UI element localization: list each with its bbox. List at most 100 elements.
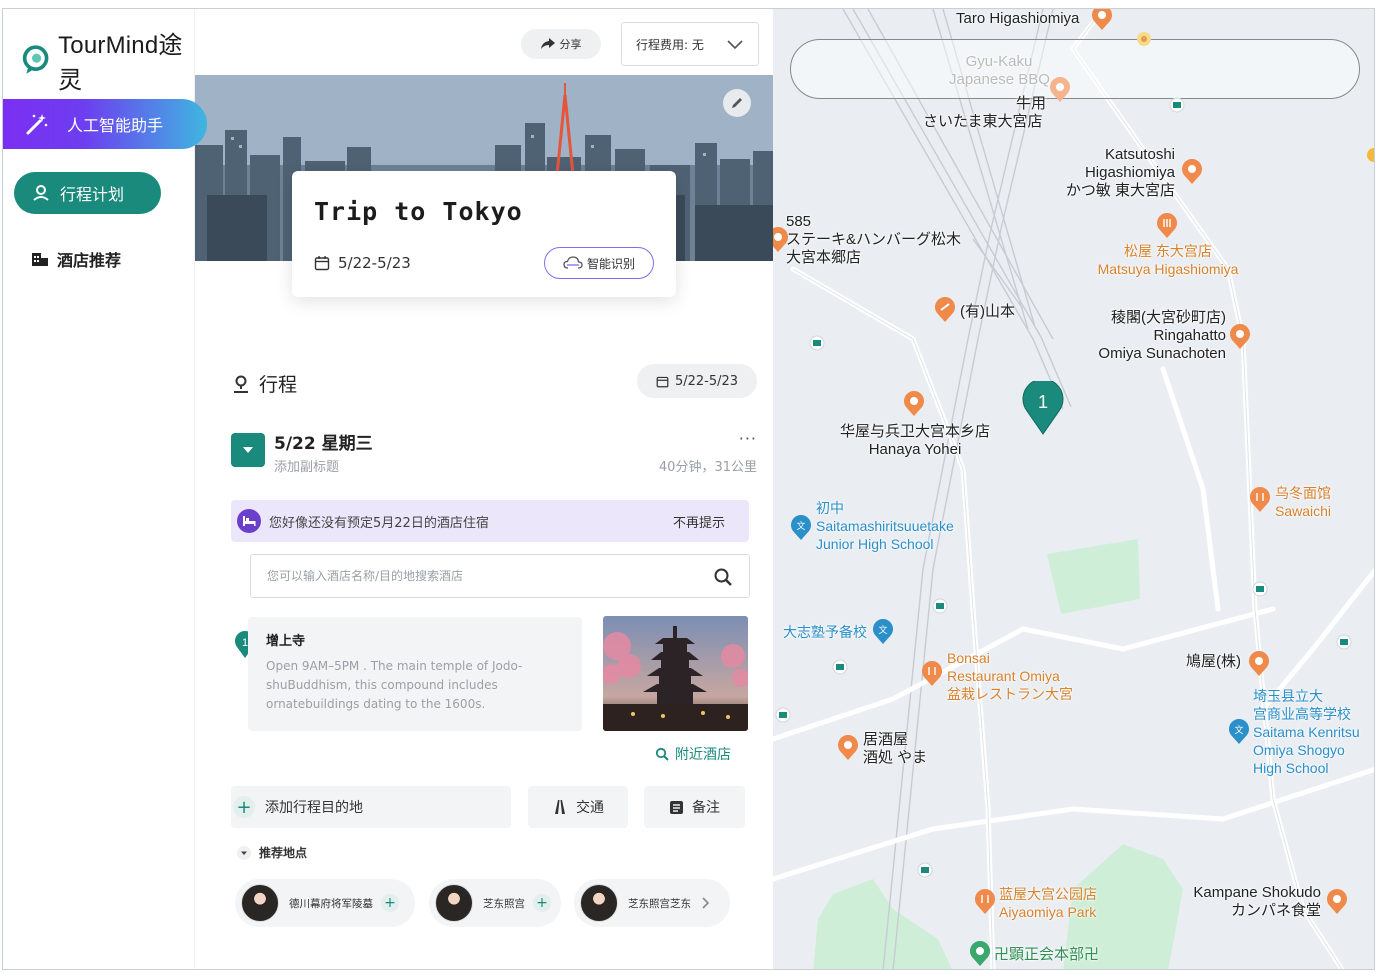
restaurant-pin-icon[interactable] [1248,651,1270,677]
trip-dates[interactable]: 5/22-5/23 [314,254,411,272]
share-label: 分享 [559,38,582,51]
poi-photo[interactable] [603,616,748,731]
map-label: 卍顕正会本部卍 [994,946,1100,963]
pencil-icon [732,98,742,108]
trip-plan-button[interactable]: 行程计划 [14,172,161,214]
note-icon [670,800,683,814]
restaurant-pin-icon[interactable] [1156,213,1178,239]
bed-icon [237,509,261,533]
map-label: Katsutoshi Higashiomiya かつ敏 東大宮店 [1065,146,1175,199]
logo[interactable]: TourMind途灵 [21,25,194,95]
itinerary-panel: Trip to Tokyo 5/22-5/23 智能识别 行程 5/22-5/2… [195,75,773,969]
svg-text:文: 文 [1234,724,1243,736]
restaurant-pin-icon[interactable] [1181,159,1203,185]
add-place-plus-icon[interactable]: + [381,894,399,912]
trip-info-card: Trip to Tokyo 5/22-5/23 智能识别 [292,171,676,297]
ai-assistant-button[interactable]: 人工智能助手 [3,99,207,149]
app-window: TourMind途灵 人工智能助手 行程计划 酒店推荐 分享 行程费用: 无 T… [2,8,1375,970]
day-duration-distance: 40分钟，31公里 [658,460,757,475]
chevron-down-icon [727,40,743,50]
notes-button[interactable]: 备注 [644,786,745,828]
school-pin-icon[interactable]: 文 [790,515,812,541]
restaurant-pin-icon[interactable] [1091,9,1113,31]
map-label: Taro Higashiomiya [956,10,1080,27]
restaurant-pin-icon[interactable] [1326,889,1348,915]
add-destination-button[interactable]: + 添加行程目的地 [231,786,511,828]
map-marker-1[interactable]: 1 [1022,381,1064,435]
restaurant-pin-icon[interactable] [934,297,956,323]
itinerary-heading: 行程 [231,370,297,397]
hotel-recommend-nav[interactable]: 酒店推荐 [31,247,121,271]
bus-stop-icon[interactable] [1169,97,1185,115]
svg-text:文: 文 [878,624,887,636]
school-pin-icon[interactable]: 文 [1228,719,1250,745]
day-subtitle-input[interactable]: 添加副标题 [274,456,339,475]
day-more-menu-button[interactable]: ··· [739,429,757,448]
map-label: 初中 Saitamashiritsuuetake Junior High Schoo… [816,500,954,552]
bus-stop-icon[interactable] [809,335,825,353]
dismiss-alert-button[interactable]: 不再提示 [673,512,725,531]
restaurant-pin-icon[interactable] [1049,77,1071,103]
recommended-place-chip[interactable]: 芝东照宫芝东 [574,879,730,927]
restaurant-pin-icon[interactable] [1229,324,1251,350]
caret-down-icon [237,845,251,860]
trip-cost-select[interactable]: 行程费用: 无 [621,22,759,66]
nearby-hotels-link[interactable]: 附近酒店 [655,744,731,764]
day-title: 5/22 星期三 [274,434,373,454]
day-collapse-toggle[interactable] [231,433,265,467]
magic-wand-icon [26,114,48,135]
search-icon[interactable] [713,567,733,587]
poi-description: Open 9AM–5PM . The main temple of Jodo-s… [266,659,523,711]
share-button[interactable]: 分享 [521,29,601,59]
bus-stop-icon[interactable] [1252,581,1268,599]
place-avatar [435,884,473,922]
map-label: 鳩屋(株) [1186,653,1241,670]
restaurant-pin-icon[interactable] [974,889,996,915]
bus-stop-icon[interactable] [832,659,848,677]
restaurant-pin-icon[interactable] [837,735,859,761]
svg-text:文: 文 [796,520,805,532]
poi-card[interactable]: 增上寺 Open 9AM–5PM . The main temple of Jo… [248,617,582,731]
restaurant-pin-icon[interactable] [903,391,925,417]
restaurant-pin-icon[interactable] [921,661,943,687]
itinerary-date-text: 5/22-5/23 [674,373,739,389]
chevron-right-icon[interactable] [697,895,713,911]
hotel-search-input[interactable] [267,569,687,583]
school-pin-icon[interactable]: 文 [872,619,894,645]
poi-pin-icon[interactable] [1136,31,1152,47]
itinerary-heading-text: 行程 [259,374,298,396]
cloud-scan-icon [563,256,583,269]
calendar-icon [656,376,669,387]
add-place-plus-icon[interactable]: + [533,894,551,912]
recommended-place-chip[interactable]: 德川幕府将军陵墓 + [235,879,415,927]
poi-pin-icon[interactable] [1366,147,1375,163]
trip-title[interactable]: Trip to Tokyo [314,197,523,226]
ai-assistant-label: 人工智能助手 [67,116,164,135]
recommended-place-chip[interactable]: 芝东照宫 + [429,879,561,927]
add-destination-label: 添加行程目的地 [265,800,363,816]
bus-stop-icon[interactable] [932,598,948,616]
transport-label: 交通 [576,800,604,816]
map-label: 乌冬面馆 Sawaichi [1274,485,1332,519]
logo-text: TourMind途灵 [58,32,183,94]
recommended-place-name: 德川幕府将军陵墓 [289,897,373,910]
notes-label: 备注 [692,800,720,816]
map-view[interactable]: 1 文 文 文 Taro Higashiomiya Gyu-Kaku Japan… [773,9,1375,969]
edit-cover-button[interactable] [723,89,751,117]
map-label: 蓝屋大宫公园店 Aiyaomiya Park [999,886,1097,920]
bus-stop-icon[interactable] [1336,634,1352,652]
map-search-bar[interactable] [790,39,1360,99]
bus-stop-icon[interactable] [775,707,791,725]
transport-button[interactable]: 交通 [528,786,628,828]
location-person-icon [234,375,248,393]
smart-detect-button[interactable]: 智能识别 [544,247,654,279]
location-person-icon [33,185,49,201]
hotel-recommend-label: 酒店推荐 [57,251,122,270]
map-label: (有)山本 [960,303,1015,320]
map-label: 大志塾予备校 [783,624,867,640]
nearby-hotels-label: 附近酒店 [675,747,731,763]
bus-stop-icon[interactable] [917,862,933,880]
recommended-places-toggle[interactable]: 推荐地点 [237,844,307,861]
itinerary-date-button[interactable]: 5/22-5/23 [637,364,757,398]
temple-pin-icon[interactable] [969,941,991,967]
